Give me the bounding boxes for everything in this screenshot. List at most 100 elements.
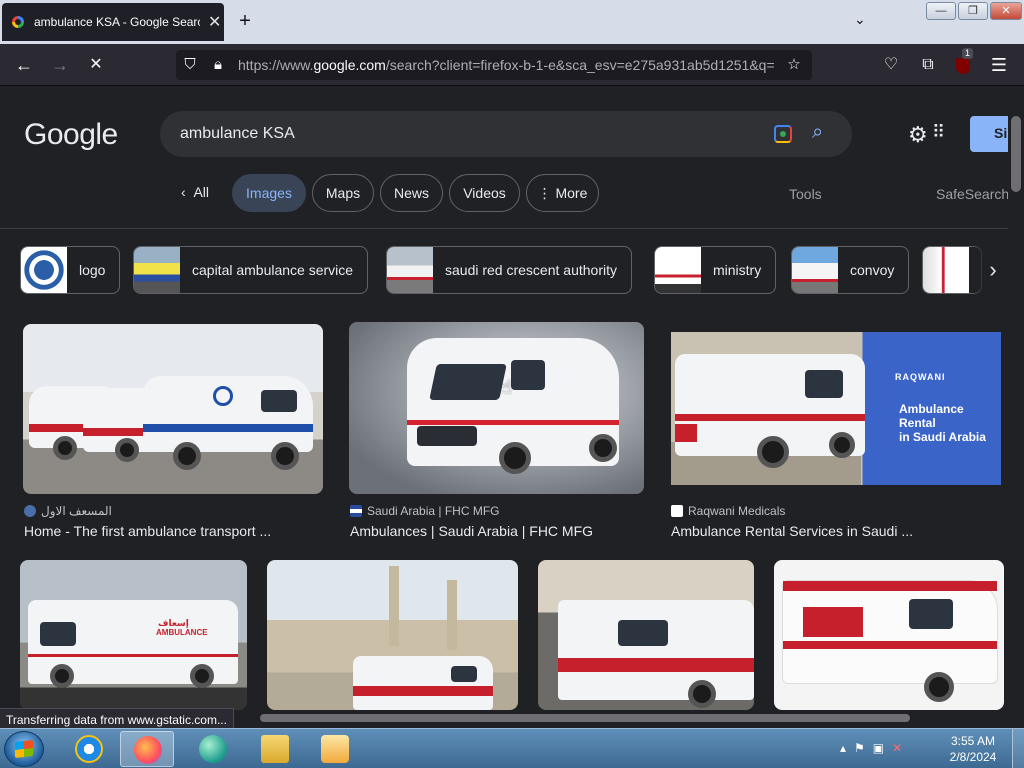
result-image[interactable] (23, 324, 323, 494)
forward-icon[interactable]: → (49, 54, 71, 76)
refine-chip-logo[interactable]: logo (20, 246, 121, 294)
ambulance-graphic (558, 600, 754, 700)
refine-thumb (655, 247, 701, 293)
extension-badge: 1 (962, 48, 974, 59)
ambulance-graphic (143, 376, 313, 452)
vertical-scrollbar[interactable] (1008, 86, 1024, 710)
flag-icon[interactable]: ⚑ (854, 741, 865, 755)
result-image[interactable]: ☝ (349, 322, 644, 494)
url-text[interactable]: https://www.google.com/search?client=fir… (238, 57, 778, 73)
start-button[interactable] (4, 731, 44, 767)
divider (0, 228, 1008, 229)
search-input[interactable]: ambulance KSA ⌕ (160, 111, 852, 157)
scrollbar-thumb[interactable] (1011, 116, 1021, 192)
stop-icon[interactable]: ✕ (85, 54, 107, 76)
chevron-left-icon: ‹ (180, 184, 186, 200)
browser-tab[interactable]: ambulance KSA - Google Search ✕ (2, 3, 224, 41)
refine-chip-convoy[interactable]: convoy (791, 246, 910, 294)
tab-images[interactable]: Images (232, 174, 306, 212)
refine-thumb (792, 247, 838, 293)
refine-thumb (134, 247, 180, 293)
apps-icon[interactable]: ⠿ (932, 122, 948, 142)
result-image[interactable] (774, 560, 1004, 710)
clock-date: 2/8/2024 (949, 750, 997, 764)
taskbar-firefox[interactable] (120, 731, 174, 767)
url-bar[interactable]: ⛉ 🔒︎ https://www.google.com/search?clien… (176, 50, 812, 80)
google-logo[interactable]: Google (24, 118, 118, 152)
refine-chip-ministry[interactable]: ministry (654, 246, 777, 294)
internet-explorer-icon (75, 735, 103, 763)
media-player-icon (321, 735, 349, 763)
ad-text: Ambulance Rental in Saudi Arabia (899, 402, 986, 444)
result-source[interactable]: Raqwani Medicals (671, 504, 785, 518)
more-dots-icon: ⋮ (537, 185, 552, 201)
result-image[interactable] (538, 560, 754, 710)
screen: ambulance KSA - Google Search ✕ + ⌄ — ❐ … (0, 0, 1024, 768)
tab-videos[interactable]: Videos (449, 174, 520, 212)
lens-icon[interactable] (774, 125, 792, 143)
safesearch-button[interactable]: SafeSearch (936, 186, 1009, 202)
new-tab-button[interactable]: + (234, 10, 256, 32)
window-controls: — ❐ ✕ (926, 2, 1022, 20)
taskbar-ie[interactable] (62, 731, 116, 767)
refine-thumb (923, 247, 969, 293)
list-all-tabs-button[interactable]: ⌄ (854, 11, 874, 31)
shield-icon[interactable]: ⛉ (180, 55, 200, 75)
search-query[interactable]: ambulance KSA (180, 125, 295, 143)
taskbar-explorer[interactable] (248, 731, 302, 767)
mouse-cursor-icon: ☝ (501, 377, 512, 397)
app-icon (199, 735, 227, 763)
volume-muted-icon[interactable]: ✕ (892, 741, 902, 755)
folder-icon (261, 735, 289, 763)
source-favicon-icon (671, 505, 683, 517)
result-image[interactable] (267, 560, 518, 710)
refine-chip-red-crescent[interactable]: saudi red crescent authority (386, 246, 632, 294)
tab-close-icon[interactable]: ✕ (208, 12, 221, 32)
close-window-button[interactable]: ✕ (990, 2, 1022, 20)
pocket-icon[interactable]: ♡ (880, 54, 902, 76)
tools-button[interactable]: Tools (789, 186, 822, 202)
result-title[interactable]: Home - The first ambulance transport ... (24, 523, 271, 539)
search-results-page: Google ambulance KSA ⌕ ⚙ ⠿ Si ‹ All Imag… (0, 86, 1024, 710)
star-icon[interactable]: ☆ (784, 55, 804, 75)
ambulance-graphic (353, 656, 493, 710)
tab-maps[interactable]: Maps (312, 174, 374, 212)
restore-button[interactable]: ❐ (958, 2, 988, 20)
scrollbar-thumb[interactable] (260, 714, 910, 722)
refine-chip-capital[interactable]: capital ambulance service (133, 246, 369, 294)
tab-news[interactable]: News (380, 174, 443, 212)
result-image[interactable]: إسعاف AMBULANCE (20, 560, 247, 710)
system-tray: ▴ ⚑ ▣ ✕ (840, 741, 902, 755)
clock[interactable]: 3:55 AM 2/8/2024 (938, 733, 1008, 765)
menu-icon[interactable]: ☰ (988, 54, 1010, 76)
status-bar: Transferring data from www.gstatic.com..… (0, 708, 234, 730)
back-icon[interactable]: ← (13, 54, 35, 76)
tab-more[interactable]: ⋮ More (526, 174, 599, 212)
taskbar: ▴ ⚑ ▣ ✕ 3:55 AM 2/8/2024 (0, 728, 1024, 768)
ad-brand: RAQWANI (895, 372, 946, 382)
ambulance-graphic (782, 580, 998, 684)
show-hidden-icons-icon[interactable]: ▴ (840, 741, 846, 755)
lock-icon[interactable]: 🔒︎ (208, 55, 228, 75)
clock-time: 3:55 AM (950, 734, 996, 748)
network-icon[interactable]: ▣ (873, 741, 884, 755)
extensions-icon[interactable]: ⧉ (917, 54, 939, 76)
result-source[interactable]: المسعف الاول (24, 504, 112, 518)
search-icon[interactable]: ⌕ (812, 121, 823, 144)
result-title[interactable]: Ambulance Rental Services in Saudi ... (671, 523, 913, 539)
result-image[interactable]: RAQWANI Ambulance Rental in Saudi Arabia (671, 332, 1001, 485)
google-favicon-icon (12, 16, 24, 28)
result-title[interactable]: Ambulances | Saudi Arabia | FHC MFG (350, 523, 593, 539)
show-desktop-button[interactable] (1012, 729, 1024, 768)
navigation-toolbar: ← → ✕ ⛉ 🔒︎ https://www.google.com/search… (0, 44, 1024, 86)
taskbar-app[interactable] (186, 731, 240, 767)
ublock-icon[interactable]: 1 (952, 48, 974, 76)
refine-thumb (387, 247, 433, 293)
tab-strip: ambulance KSA - Google Search ✕ + ⌄ — ❐ … (0, 0, 1024, 44)
result-source[interactable]: Saudi Arabia | FHC MFG (350, 504, 500, 518)
tab-all[interactable]: ‹ All (164, 174, 226, 212)
minimize-button[interactable]: — (926, 2, 956, 20)
taskbar-media[interactable] (308, 731, 362, 767)
gear-icon[interactable]: ⚙ (908, 122, 928, 148)
firefox-icon (134, 736, 162, 764)
